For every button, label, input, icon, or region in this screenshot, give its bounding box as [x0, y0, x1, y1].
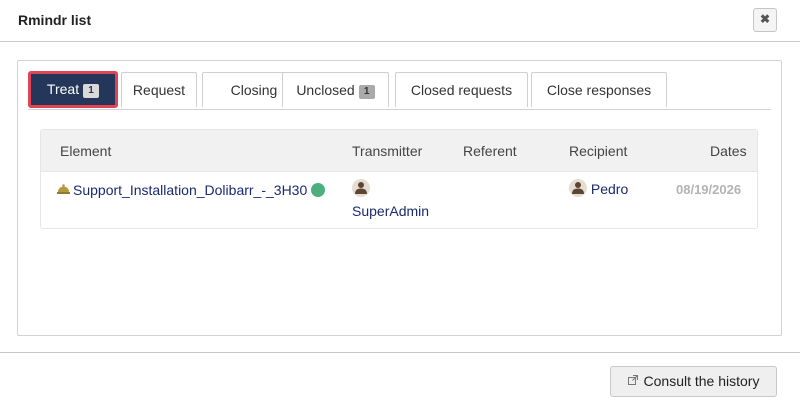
dialog-header: Rmindr list ✖ — [0, 0, 800, 42]
bell-icon — [57, 181, 70, 194]
status-dot — [311, 183, 326, 197]
column-header-dates: Dates — [710, 143, 747, 159]
tab-label: Unclosed — [296, 82, 355, 98]
close-button[interactable]: ✖ — [753, 8, 777, 32]
tab-unclosed[interactable]: Unclosed 1 — [282, 72, 389, 107]
count-badge: 1 — [358, 85, 375, 99]
dialog-title: Rmindr list — [18, 12, 92, 28]
history-label: Consult the history — [643, 373, 760, 389]
column-header-recipient: Recipient — [569, 143, 628, 159]
recipient-cell: Pedro — [569, 179, 628, 197]
transmitter-cell — [352, 179, 370, 197]
recipient-link[interactable]: Pedro — [591, 181, 628, 197]
consult-history-button[interactable]: Consult the history — [610, 366, 777, 397]
tab-label: Close responses — [546, 82, 652, 98]
transmitter-link[interactable]: SuperAdmin — [352, 203, 429, 219]
reminder-table: Element Transmitter Referent Recipient D… — [40, 129, 758, 229]
column-header-element: Element — [60, 143, 112, 159]
column-header-transmitter: Transmitter — [352, 143, 423, 159]
tab-label: Closing — [230, 82, 278, 98]
tab-closed-requests[interactable]: Closed requests — [395, 72, 528, 107]
tab-label: Treat — [46, 81, 80, 97]
footer-divider — [0, 352, 800, 353]
table-header: Element Transmitter Referent Recipient D… — [41, 130, 757, 172]
column-header-referent: Referent — [463, 143, 517, 159]
tab-divider — [28, 109, 771, 110]
tab-label: Closed requests — [410, 82, 513, 98]
element-link[interactable]: Support_Installation_Dolibarr_-_3H30 — [73, 182, 307, 198]
tab-treat[interactable]: Treat 1 — [28, 71, 118, 108]
user-icon — [569, 179, 587, 197]
date-cell: 08/19/2026 — [676, 182, 742, 197]
reminder-panel: Treat 1 Request Closing Unclosed 1 Closed … — [17, 60, 782, 336]
tab-label: Request — [132, 82, 186, 98]
tab-close-responses[interactable]: Close responses — [531, 72, 667, 107]
external-link-icon — [627, 368, 638, 397]
user-icon — [352, 179, 370, 197]
tab-request[interactable]: Request — [121, 72, 197, 107]
element-cell: Support_Installation_Dolibarr_-_3H30 — [57, 181, 326, 198]
count-badge: 1 — [83, 84, 100, 98]
